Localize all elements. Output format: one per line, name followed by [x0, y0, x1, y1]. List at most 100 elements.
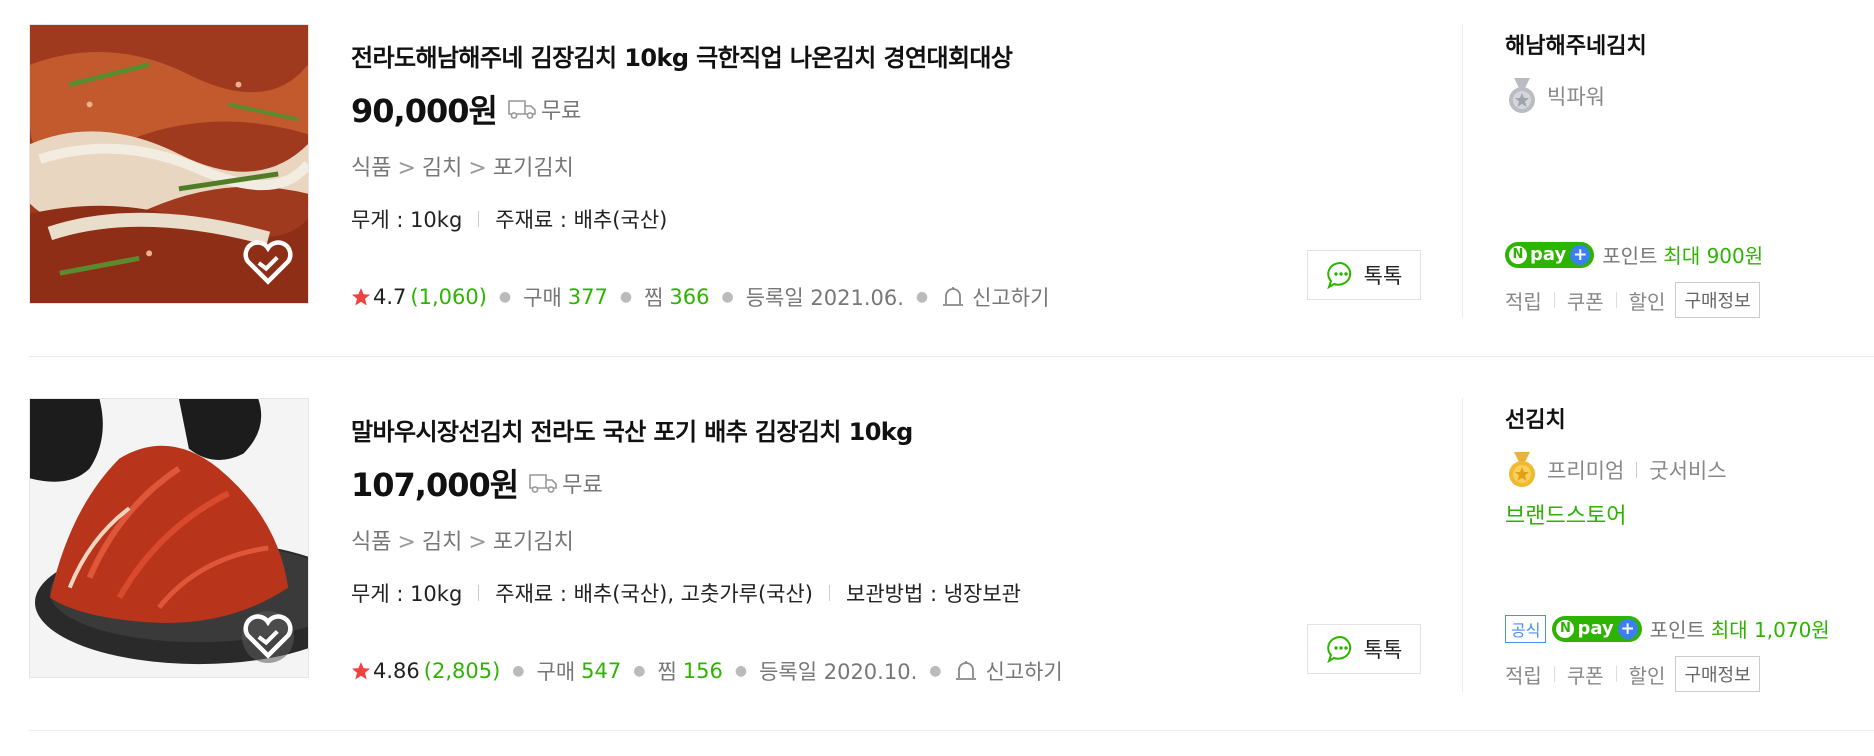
brand-store-link[interactable]: 브랜드스토어 [1505, 498, 1626, 530]
talktalk-label: 톡톡 [1363, 264, 1403, 288]
row-divider [29, 356, 1874, 357]
zzim-count: 156 [682, 659, 723, 683]
benefit-coupon: 쿠폰 [1566, 289, 1604, 314]
mall-name-link[interactable]: 해남해주네김치 [1505, 28, 1647, 60]
benefit-row: 적립 쿠폰 할인 구매정보 [1505, 282, 1760, 318]
chat-bubble-icon [1326, 635, 1351, 664]
purchase-count: 547 [581, 659, 622, 683]
zzim-label: 찜 [644, 286, 664, 310]
chat-bubble-icon [1326, 261, 1351, 290]
benefit-row: 적립 쿠폰 할인 구매정보 [1505, 656, 1760, 692]
product-thumbnail[interactable] [29, 24, 309, 304]
delivery-truck-icon [507, 98, 537, 120]
spec-ingredient: 주재료 : 배추(국산), 고춧가루(국산) [495, 582, 813, 606]
product-specs: 무게 : 10kg 주재료 : 배추(국산), 고춧가루(국산) 보관방법 : … [351, 578, 1021, 608]
npay-badge: Npay + [1552, 615, 1642, 642]
naver-n-icon: N [1509, 245, 1527, 264]
npay-badge: Npay + [1505, 241, 1595, 268]
point-label: 포인트 [1602, 244, 1658, 268]
divider [1553, 666, 1555, 682]
report-button[interactable]: 신고하기 [940, 282, 1049, 312]
product-item: 전라도해남해주네 김장김치 10kg 극한직업 나온김치 경연대회대상 90,0… [0, 0, 1874, 374]
dot-separator: ● [498, 289, 512, 305]
npay-point-row: Npay + 포인트 최대 900원 [1505, 240, 1763, 269]
zzim-label: 찜 [657, 660, 677, 684]
spec-weight: 무게 : 10kg [351, 208, 463, 232]
product-thumbnail[interactable] [29, 398, 309, 678]
dot-separator: ● [633, 663, 646, 679]
benefit-save: 적립 [1505, 289, 1542, 314]
purchase-info-button[interactable]: 구매정보 [1675, 282, 1760, 318]
talktalk-label: 톡톡 [1363, 638, 1403, 662]
heart-icon [243, 240, 293, 285]
divider [1462, 398, 1463, 692]
naver-n-icon: N [1556, 619, 1575, 638]
product-meta: 4.7 (1,060) ● 구매 377 ● 찜 366 ● 등록일 2021.… [351, 282, 1049, 312]
divider [829, 585, 830, 601]
registered-date: 등록일 2021.06. [745, 286, 904, 310]
zzim-heart-button[interactable] [242, 611, 294, 663]
point-max: 최대 900원 [1663, 244, 1764, 268]
product-title-link[interactable]: 말바우시장선김치 전라도 국산 포기 배추 김장김치 10kg [351, 412, 913, 447]
product-price: 107,000원 [351, 466, 519, 504]
category-link[interactable]: 김치 [422, 530, 462, 555]
dot-separator: ● [929, 663, 942, 679]
report-button[interactable]: 신고하기 [953, 656, 1063, 686]
siren-icon [956, 661, 977, 680]
breadcrumb-separator: > [468, 530, 487, 555]
dot-separator: ● [915, 289, 929, 305]
purchase-info-button[interactable]: 구매정보 [1675, 656, 1760, 692]
breadcrumb-separator: > [397, 156, 416, 181]
report-label: 신고하기 [972, 286, 1050, 310]
point-label: 포인트 [1649, 618, 1705, 642]
talktalk-button[interactable]: 톡톡 [1307, 624, 1421, 674]
zzim-heart-button[interactable] [242, 237, 294, 289]
product-title-link[interactable]: 전라도해남해주네 김장김치 10kg 극한직업 나온김치 경연대회대상 [351, 38, 1013, 73]
report-label: 신고하기 [985, 660, 1063, 684]
mall-grade: 빅파워 [1505, 76, 1605, 116]
registered-date: 등록일 2020.10. [759, 660, 918, 684]
dot-separator: ● [619, 289, 633, 305]
review-count-link[interactable]: (1,060) [410, 285, 487, 309]
point-max: 최대 1,070원 [1710, 618, 1830, 642]
product-meta: 4.86 (2,805) ● 구매 547 ● 찜 156 ● 등록일 2020… [351, 656, 1063, 686]
divider [1636, 462, 1638, 478]
row-divider [29, 730, 1874, 731]
dot-separator: ● [734, 663, 748, 679]
category-link[interactable]: 포기김치 [493, 156, 574, 181]
spec-storage: 보관방법 : 냉장보관 [846, 582, 1021, 606]
benefit-discount: 할인 [1628, 289, 1666, 314]
price-row: 107,000원 무료 [351, 460, 603, 506]
talktalk-button[interactable]: 톡톡 [1307, 250, 1421, 300]
shipping-fee: 무료 [540, 99, 582, 124]
good-service-label: 굿서비스 [1649, 459, 1727, 483]
plus-icon: + [1617, 618, 1638, 639]
category-link[interactable]: 김치 [422, 156, 462, 181]
product-specs: 무게 : 10kg 주재료 : 배추(국산) [351, 204, 667, 234]
breadcrumb-separator: > [397, 530, 416, 555]
mall-grade: 프리미엄 굿서비스 [1505, 450, 1727, 490]
category-link[interactable]: 식품 [351, 156, 391, 181]
divider [1615, 666, 1617, 682]
purchase-label: 구매 [523, 286, 562, 310]
divider [1553, 292, 1555, 308]
divider [478, 211, 480, 227]
delivery-truck-icon [528, 472, 558, 494]
category-link[interactable]: 포기김치 [493, 530, 574, 555]
mall-name-link[interactable]: 선김치 [1505, 402, 1566, 434]
product-list: 전라도해남해주네 김장김치 10kg 극한직업 나온김치 경연대회대상 90,0… [0, 0, 1874, 756]
gold-medal-icon [1509, 452, 1535, 487]
npay-label: pay [1577, 618, 1614, 639]
zzim-count: 366 [669, 285, 710, 309]
spec-weight: 무게 : 10kg [351, 582, 463, 606]
review-count-link[interactable]: (2,805) [424, 659, 501, 683]
official-badge: 공식 [1505, 614, 1547, 643]
mall-info: 선김치 프리미엄 굿서비스 브랜드스토어 공식 Npay + 포인트 최대 1,0… [1505, 398, 1865, 698]
benefit-coupon: 쿠폰 [1566, 663, 1604, 688]
price-row: 90,000원 무료 [351, 86, 581, 132]
spec-ingredient: 주재료 : 배추(국산) [495, 208, 668, 232]
product-price: 90,000원 [351, 92, 498, 130]
mall-info: 해남해주네김치 빅파워 Npay + 포인트 최대 900원 적립 쿠폰 할인 구… [1505, 24, 1865, 324]
silver-medal-icon [1509, 78, 1535, 113]
category-link[interactable]: 식품 [351, 530, 391, 555]
